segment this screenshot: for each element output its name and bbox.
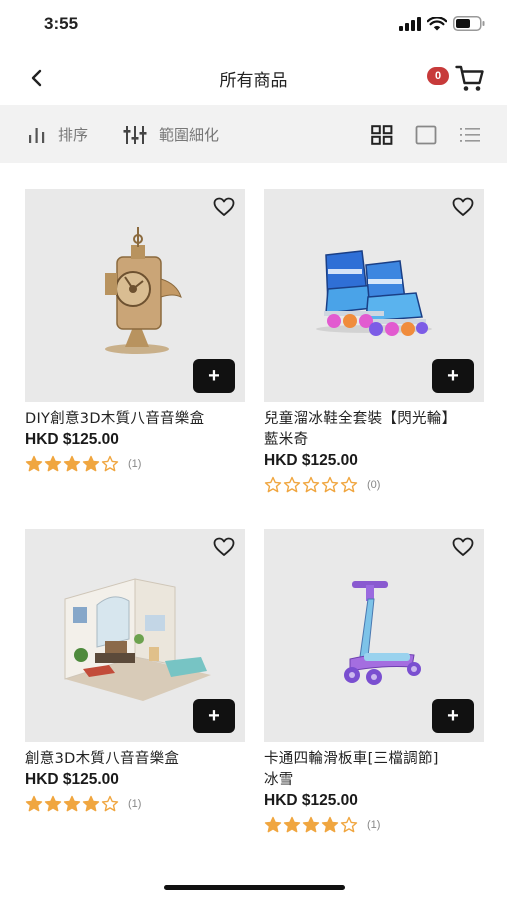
heart-icon[interactable] [452, 197, 474, 217]
star-filled-icon [63, 795, 81, 812]
review-count: (1) [128, 457, 142, 470]
star-empty-icon [340, 476, 358, 493]
star-filled-icon [44, 795, 62, 812]
product-rating: (1) [25, 455, 245, 472]
star-filled-icon [264, 816, 282, 833]
product-price: HKD $125.00 [25, 771, 119, 788]
star-filled-icon [321, 816, 339, 833]
product-image-area[interactable]: + [264, 529, 484, 742]
product-name-line: 兒童溜冰鞋全套裝【閃光輪】 [264, 411, 457, 427]
battery-icon [453, 16, 485, 31]
filter-label: 範圍細化 [159, 126, 220, 144]
product-price: HKD $125.00 [25, 431, 119, 448]
single-view-button[interactable] [414, 124, 438, 146]
star-filled-icon [302, 816, 320, 833]
product-image-area[interactable]: + [25, 189, 245, 402]
star-empty-icon [264, 476, 282, 493]
star-filled-icon [283, 816, 301, 833]
product-price: HKD $125.00 [264, 452, 358, 469]
product-price: HKD $125.00 [264, 792, 358, 809]
add-to-cart-button[interactable]: + [432, 359, 474, 393]
cellular-signal-icon [399, 16, 421, 31]
star-empty-icon [283, 476, 301, 493]
cart-icon [455, 65, 484, 91]
plus-icon: + [208, 704, 220, 727]
product-card[interactable]: + DIY創意3D木質八音音樂盒 HKD $125.00 (1) [25, 189, 245, 472]
nav-bar: 所有商品 0 [0, 50, 507, 105]
star-empty-icon [101, 795, 119, 812]
grid-view-icon [371, 125, 393, 145]
filter-sliders-icon [123, 125, 147, 144]
filter-button[interactable]: 範圍細化 [123, 124, 219, 145]
list-view-button[interactable] [458, 124, 482, 146]
list-view-icon [460, 128, 480, 142]
star-filled-icon [82, 455, 100, 472]
star-empty-icon [340, 816, 358, 833]
cart-count-badge: 0 [427, 67, 449, 85]
sort-label: 排序 [58, 126, 89, 144]
product-name[interactable]: 卡通四輪滑板車[三檔調節] 冰雪 [264, 749, 484, 791]
add-to-cart-button[interactable]: + [193, 359, 235, 393]
wifi-icon [427, 16, 447, 30]
filter-toolbar: 排序 範圍細化 [0, 105, 507, 163]
status-icons [399, 16, 485, 31]
cart-button[interactable]: 0 [427, 64, 485, 92]
status-time: 3:55 [44, 14, 79, 33]
sort-button[interactable]: 排序 [28, 124, 88, 145]
review-count: (0) [367, 478, 381, 491]
heart-icon[interactable] [452, 537, 474, 557]
review-count: (1) [128, 797, 142, 810]
add-to-cart-button[interactable]: + [193, 699, 235, 733]
plus-icon: + [447, 704, 459, 727]
review-count: (1) [367, 818, 381, 831]
product-card[interactable]: + 創意3D木質八音音樂盒 HKD $125.00 (1) [25, 529, 245, 812]
sort-bars-icon [29, 127, 45, 143]
star-filled-icon [25, 795, 43, 812]
single-view-icon [415, 125, 437, 145]
product-name-line: 卡通四輪滑板車[三檔調節] [264, 751, 439, 767]
product-name[interactable]: 創意3D木質八音音樂盒 [25, 749, 245, 770]
star-filled-icon [82, 795, 100, 812]
product-name-line: 冰雪 [264, 772, 294, 788]
star-empty-icon [302, 476, 320, 493]
product-name[interactable]: DIY創意3D木質八音音樂盒 [25, 409, 245, 430]
home-indicator [164, 885, 345, 890]
star-empty-icon [321, 476, 339, 493]
status-bar: 3:55 [0, 0, 507, 50]
star-filled-icon [63, 455, 81, 472]
product-card[interactable]: + 兒童溜冰鞋全套裝【閃光輪】 藍米奇 HKD $125.00 (0) [264, 189, 484, 493]
product-name[interactable]: 兒童溜冰鞋全套裝【閃光輪】 藍米奇 [264, 409, 484, 451]
product-image-area[interactable]: + [264, 189, 484, 402]
plus-icon: + [447, 364, 459, 387]
grid-view-button[interactable] [370, 124, 394, 146]
product-rating: (1) [25, 795, 245, 812]
add-to-cart-button[interactable]: + [432, 699, 474, 733]
product-card[interactable]: + 卡通四輪滑板車[三檔調節] 冰雪 HKD $125.00 (1) [264, 529, 484, 833]
plus-icon: + [208, 364, 220, 387]
heart-icon[interactable] [213, 537, 235, 557]
star-filled-icon [25, 455, 43, 472]
product-rating: (0) [264, 476, 484, 493]
heart-icon[interactable] [213, 197, 235, 217]
product-name-line: 藍米奇 [264, 432, 309, 448]
star-filled-icon [44, 455, 62, 472]
star-empty-icon [101, 455, 119, 472]
product-image-area[interactable]: + [25, 529, 245, 742]
product-rating: (1) [264, 816, 484, 833]
